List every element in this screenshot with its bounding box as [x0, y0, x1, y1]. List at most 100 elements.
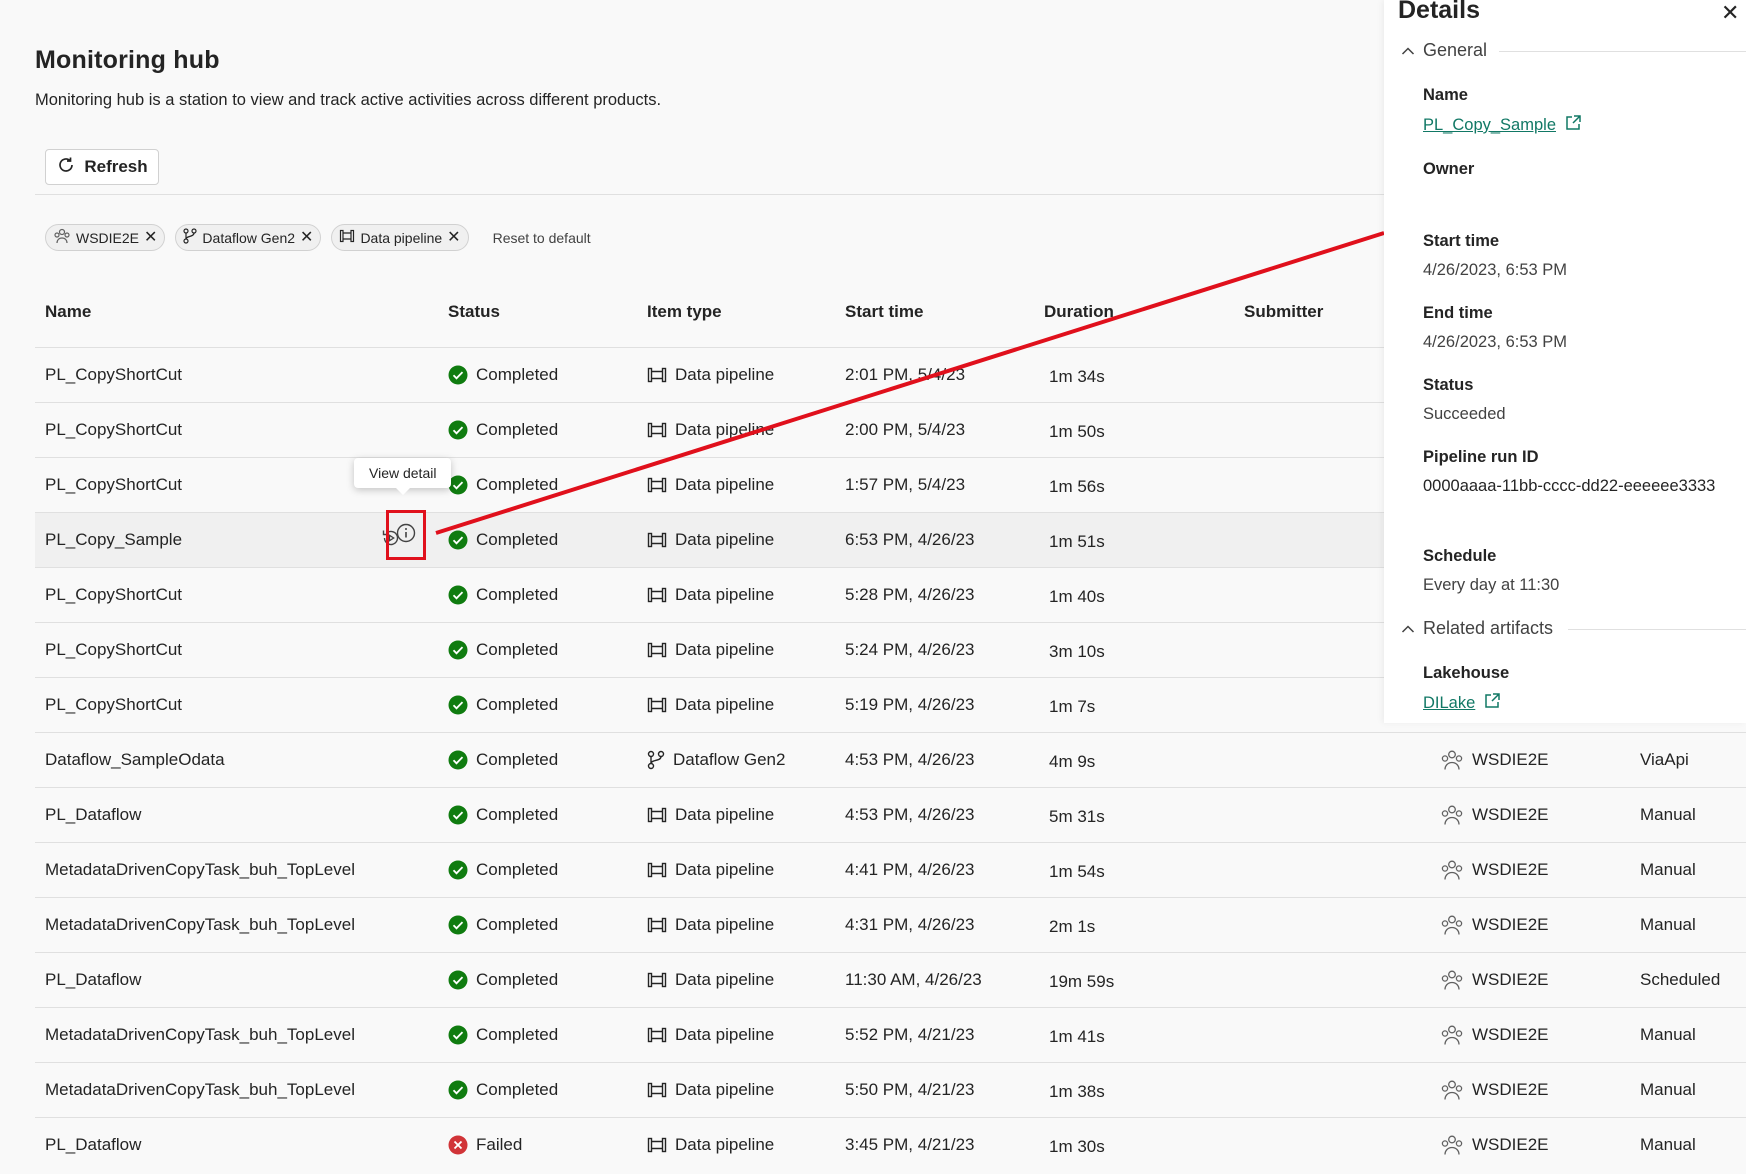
page-title: Monitoring hub	[35, 46, 220, 74]
schedule-value: Every day at 11:30	[1423, 576, 1560, 594]
remove-filter-icon[interactable]: ✕	[144, 229, 157, 246]
item-type-text: Data pipeline	[675, 475, 775, 494]
start-time-cell: 6:53 PM, 4/26/23	[845, 530, 975, 549]
filter-chip-dataflow[interactable]: Dataflow Gen2 ✕	[175, 224, 322, 251]
table-row[interactable]: PL_Dataflow Failed Data pipeline 3:45 PM, 4…	[35, 1117, 1746, 1172]
status-cell: Completed	[448, 953, 558, 1007]
section-divider	[1499, 51, 1746, 52]
page-description: Monitoring hub is a station to view and …	[35, 91, 662, 109]
run-name[interactable]: PL_CopyShortCut	[45, 348, 182, 402]
run-name[interactable]: PL_CopyShortCut	[45, 623, 182, 677]
view-detail-button[interactable]	[386, 510, 426, 560]
item-type-cell: Data pipeline	[647, 898, 774, 952]
refresh-button[interactable]: Refresh	[45, 149, 159, 185]
remove-filter-icon[interactable]: ✕	[447, 229, 460, 246]
column-header-name[interactable]: Name	[45, 302, 91, 322]
success-check-icon	[448, 860, 468, 880]
pipeline-icon	[647, 917, 667, 933]
run-name[interactable]: PL_CopyShortCut	[45, 458, 182, 512]
item-type-cell: Data pipeline	[647, 568, 774, 622]
run-name[interactable]: PL_Copy_Sample	[45, 513, 182, 567]
run-name[interactable]: MetadataDrivenCopyTask_buh_TopLevel	[45, 898, 355, 952]
status-label: Status	[1423, 376, 1474, 394]
status-text: Failed	[476, 1135, 523, 1154]
run-name[interactable]: PL_Dataflow	[45, 1118, 141, 1172]
open-in-new-icon	[1564, 114, 1582, 137]
item-type-text: Data pipeline	[675, 860, 775, 879]
pipeline-icon	[647, 477, 667, 493]
end-time-label: End time	[1423, 304, 1493, 322]
success-check-icon	[448, 530, 468, 550]
run-name[interactable]: PL_Dataflow	[45, 953, 141, 1007]
table-row[interactable]: MetadataDrivenCopyTask_buh_TopLevel Compl…	[35, 1007, 1746, 1062]
pipeline-icon	[647, 697, 667, 713]
start-time-cell: 2:01 PM, 5/4/23	[845, 365, 966, 384]
table-row[interactable]: MetadataDrivenCopyTask_buh_TopLevel Compl…	[35, 897, 1746, 952]
run-name[interactable]: MetadataDrivenCopyTask_buh_TopLevel	[45, 843, 355, 897]
invoke-type-cell: Manual	[1640, 1025, 1696, 1044]
column-header-status[interactable]: Status	[448, 302, 500, 322]
status-cell: Completed	[448, 1008, 558, 1062]
start-time-cell: 4:31 PM, 4/26/23	[845, 915, 975, 934]
duration-cell: 1m 50s	[1049, 422, 1105, 441]
filter-chip-pipeline[interactable]: Data pipeline ✕	[331, 224, 469, 251]
filter-chip-label: WSDIE2E	[76, 229, 140, 246]
status-text: Completed	[476, 805, 559, 824]
related-artifacts-toggle[interactable]: Related artifacts	[1401, 618, 1553, 639]
schedule-label: Schedule	[1423, 547, 1497, 565]
status-cell: Completed	[448, 513, 558, 567]
invoke-type-cell: Scheduled	[1640, 970, 1721, 989]
remove-filter-icon[interactable]: ✕	[300, 229, 313, 246]
table-row[interactable]: MetadataDrivenCopyTask_buh_TopLevel Compl…	[35, 842, 1746, 897]
success-check-icon	[448, 805, 468, 825]
dataflow-icon	[183, 228, 198, 247]
lakehouse-link[interactable]: DILake	[1423, 692, 1501, 715]
invoke-type-cell: Manual	[1640, 805, 1696, 824]
owner-label: Owner	[1423, 160, 1475, 178]
status-text: Completed	[476, 365, 559, 384]
run-name[interactable]: MetadataDrivenCopyTask_buh_TopLevel	[45, 1008, 355, 1062]
reset-to-default-link[interactable]: Reset to default	[493, 230, 591, 246]
filter-chip-workspace[interactable]: WSDIE2E ✕	[45, 224, 166, 251]
column-header-item-type[interactable]: Item type	[647, 302, 722, 322]
run-name[interactable]: PL_Dataflow	[45, 788, 141, 842]
run-name[interactable]: PL_CopyShortCut	[45, 568, 182, 622]
close-icon[interactable]: ✕	[1721, 0, 1739, 26]
run-id-label: Pipeline run ID	[1423, 448, 1539, 466]
general-section-toggle[interactable]: General	[1401, 40, 1487, 61]
toolbar-divider	[35, 194, 1385, 195]
success-check-icon	[448, 1080, 468, 1100]
column-header-submitter[interactable]: Submitter	[1244, 302, 1323, 322]
pipeline-icon	[647, 642, 667, 658]
table-row[interactable]: Dataflow_SampleOdata Completed Dataflow Ge…	[35, 732, 1746, 787]
item-type-text: Data pipeline	[675, 915, 775, 934]
run-name[interactable]: PL_CopyShortCut	[45, 678, 182, 732]
status-cell: Completed	[448, 623, 558, 677]
run-name[interactable]: Dataflow_SampleOdata	[45, 733, 225, 787]
success-check-icon	[448, 970, 468, 990]
duration-cell: 4m 9s	[1049, 752, 1096, 771]
run-name[interactable]: MetadataDrivenCopyTask_buh_TopLevel	[45, 1063, 355, 1117]
workspace-icon	[1440, 1024, 1464, 1046]
invoke-type-cell: Manual	[1640, 860, 1696, 879]
start-time-cell: 3:45 PM, 4/21/23	[845, 1135, 975, 1154]
pipeline-icon	[647, 532, 667, 548]
pipeline-icon	[647, 972, 667, 988]
details-panel: Details ✕ General Name PL_Copy_Sample Ow…	[1384, 0, 1746, 723]
status-text: Completed	[476, 970, 559, 989]
column-header-start-time[interactable]: Start time	[845, 302, 923, 322]
item-name-link[interactable]: PL_Copy_Sample	[1423, 114, 1582, 137]
run-name[interactable]: PL_CopyShortCut	[45, 403, 182, 457]
duration-cell: 1m 34s	[1049, 367, 1105, 386]
start-time-cell: 4:53 PM, 4/26/23	[845, 805, 975, 824]
invoke-type-cell: ViaApi	[1640, 750, 1689, 769]
submitter-cell: WSDIE2E	[1440, 1008, 1549, 1062]
item-type-text: Data pipeline	[675, 1080, 775, 1099]
table-row[interactable]: MetadataDrivenCopyTask_buh_TopLevel Compl…	[35, 1062, 1746, 1117]
table-row[interactable]: PL_Dataflow Completed Data pipeline 11:30 A…	[35, 952, 1746, 1007]
item-type-text: Data pipeline	[675, 585, 775, 604]
item-type-cell: Data pipeline	[647, 843, 774, 897]
column-header-duration[interactable]: Duration	[1044, 302, 1114, 322]
table-row[interactable]: PL_Dataflow Completed Data pipeline 4:53 PM…	[35, 787, 1746, 842]
end-time-value: 4/26/2023, 6:53 PM	[1423, 333, 1568, 351]
